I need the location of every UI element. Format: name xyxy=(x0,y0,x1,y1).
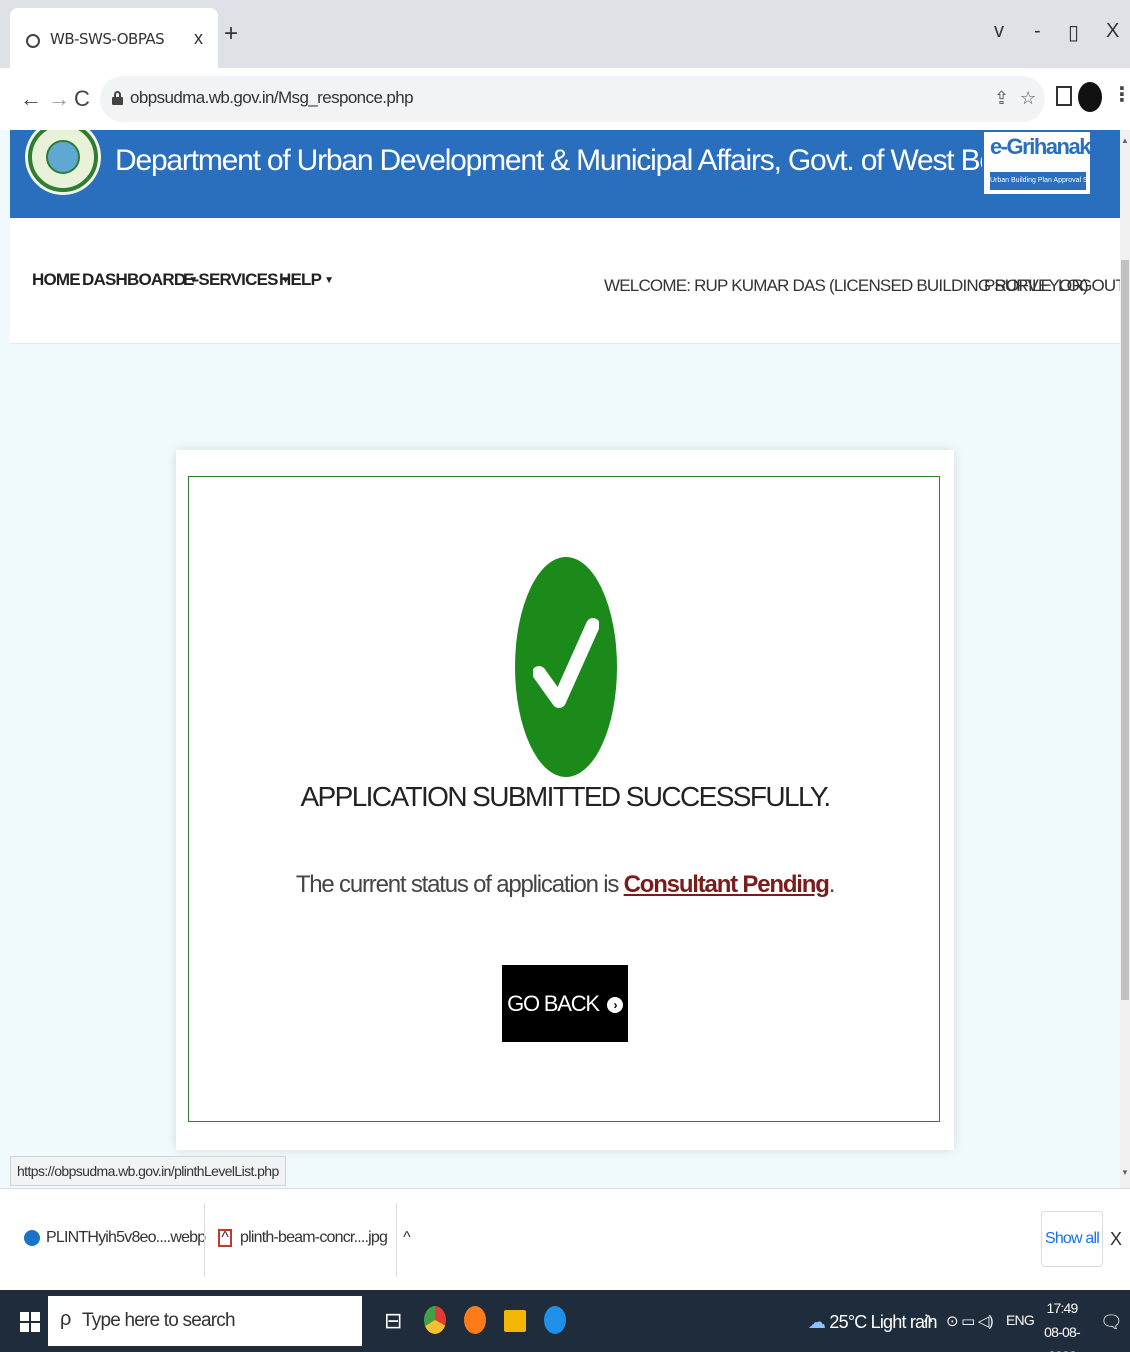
firefox-app-icon[interactable] xyxy=(464,1306,486,1334)
tray-network-volume-icons[interactable]: ⊙ ▭ ◁) xyxy=(946,1312,994,1330)
cloud-rain-icon: ☁ xyxy=(808,1312,830,1332)
status-prefix: The current status of application is xyxy=(295,871,624,898)
image-file-icon xyxy=(218,1229,232,1247)
browser-tab-bar: WB-SWS-OBPAS x + v - ▯ X xyxy=(0,0,1130,68)
new-tab-icon[interactable]: + xyxy=(224,20,238,48)
download-shelf: PLINTHyih5v8eo....webp ^ plinth-beam-conc… xyxy=(0,1188,1130,1290)
edge-file-icon xyxy=(24,1229,40,1246)
chrome-app-icon[interactable] xyxy=(424,1306,446,1334)
tab-search-chevron-icon[interactable]: v xyxy=(994,20,1004,43)
chevron-right-circle-icon: › xyxy=(606,996,623,1013)
success-check-icon xyxy=(515,557,617,777)
profile-link[interactable]: PROFILE xyxy=(984,276,1052,296)
bookmark-star-icon[interactable]: ☆ xyxy=(1020,88,1036,109)
tray-overflow-chevron-icon[interactable]: ^ xyxy=(924,1312,932,1333)
lock-icon[interactable] xyxy=(112,91,123,105)
back-arrow-icon[interactable]: ← xyxy=(20,86,42,112)
windows-taskbar: ρ Type here to search O ⊟ ☁ 25°C Light r… xyxy=(0,1290,1130,1352)
status-value-link[interactable]: Consultant Pending xyxy=(624,871,830,898)
status-suffix: . xyxy=(828,871,836,898)
maximize-icon[interactable]: ▯ xyxy=(1068,20,1079,45)
side-panel-icon[interactable] xyxy=(1056,86,1072,106)
success-message: APPLICATION SUBMITTED SUCCESSFULLY. xyxy=(300,781,831,812)
minimize-icon[interactable]: - xyxy=(1034,20,1041,43)
go-back-button[interactable]: GO BACK › xyxy=(502,965,628,1042)
file-explorer-icon[interactable] xyxy=(504,1310,526,1332)
site-header: Department of Urban Development & Munici… xyxy=(10,130,1125,218)
search-icon: ρ xyxy=(60,1308,72,1330)
link-hover-status-url: https://obpsudma.wb.gov.in/plinthLevelLi… xyxy=(10,1156,286,1186)
windows-start-icon[interactable] xyxy=(20,1312,40,1332)
more-menu-icon[interactable]: ⋮ xyxy=(1112,82,1130,107)
nav-dashboard[interactable]: DASHBOARD ▼ xyxy=(82,270,198,290)
page-scrollbar[interactable]: ▲ ▼ xyxy=(1120,130,1130,1188)
state-emblem-logo xyxy=(28,130,98,192)
brand-tagline: Urban Building Plan Approval System xyxy=(990,172,1086,190)
task-view-icon[interactable]: ⊟ xyxy=(384,1308,402,1334)
e-grihanaksha-logo: e-Grihanaksha Urban Building Plan Approv… xyxy=(982,130,1125,196)
application-status-line: The current status of application is Con… xyxy=(189,871,941,899)
forward-arrow-icon[interactable]: → xyxy=(48,86,70,112)
cortana-icon[interactable]: O xyxy=(344,1308,361,1334)
download-item-jpg[interactable]: plinth-beam-concr....jpg ^ xyxy=(218,1229,411,1247)
system-clock[interactable]: 17:49 08-08-2022 xyxy=(1034,1296,1090,1352)
weather-widget[interactable]: ☁ 25°C Light rain xyxy=(808,1312,937,1333)
tab-close-icon[interactable]: x xyxy=(194,28,203,49)
clock-time: 17:49 xyxy=(1046,1300,1078,1316)
result-card: APPLICATION SUBMITTED SUCCESSFULLY. The … xyxy=(176,450,954,1150)
close-download-bar-icon[interactable]: X xyxy=(1110,1229,1122,1250)
reload-icon[interactable]: C xyxy=(74,86,90,112)
brand-name: e-Grihanaksha xyxy=(990,134,1125,159)
profile-avatar-icon[interactable] xyxy=(1078,82,1102,112)
edge-app-icon[interactable] xyxy=(544,1306,566,1334)
search-placeholder[interactable]: Type here to search xyxy=(82,1310,236,1332)
scroll-up-arrow-icon[interactable]: ▲ xyxy=(1121,136,1129,145)
nav-help[interactable]: HELP ▼ xyxy=(279,270,334,290)
main-navbar: HOME DASHBOARD ▼ E-SERVICES ▼ HELP ▼ WELCOM… xyxy=(10,218,1126,344)
taskbar-search-box[interactable]: ρ Type here to search xyxy=(48,1296,362,1346)
checkmark-icon xyxy=(533,618,599,708)
result-card-border: APPLICATION SUBMITTED SUCCESSFULLY. The … xyxy=(188,476,940,1122)
department-title: Department of Urban Development & Munici… xyxy=(115,144,1048,177)
download-item-webp[interactable]: PLINTHyih5v8eo....webp ^ xyxy=(24,1229,229,1247)
scrollbar-thumb[interactable] xyxy=(1121,260,1129,1000)
caret-down-icon: ▼ xyxy=(324,275,334,287)
go-back-label: GO BACK xyxy=(507,990,600,1016)
clock-date: 08-08-2022 xyxy=(1044,1324,1080,1352)
nav-e-services[interactable]: E-SERVICES ▼ xyxy=(183,270,291,290)
divider xyxy=(396,1203,397,1277)
browser-address-bar: ← → C obpsudma.wb.gov.in/Msg_responce.ph… xyxy=(0,68,1130,130)
language-indicator[interactable]: ENG xyxy=(1006,1312,1035,1328)
show-all-downloads-button[interactable]: Show all xyxy=(1041,1211,1103,1267)
notification-center-icon[interactable]: 🗨 xyxy=(1100,1312,1123,1333)
divider xyxy=(204,1203,205,1277)
tab-title: WB-SWS-OBPAS xyxy=(50,30,165,48)
page-viewport: Department of Urban Development & Munici… xyxy=(0,130,1130,1188)
logout-link[interactable]: LOGOUT xyxy=(1058,276,1126,296)
browser-tab-active[interactable]: WB-SWS-OBPAS x xyxy=(10,8,218,68)
scroll-down-arrow-icon[interactable]: ▼ xyxy=(1121,1168,1129,1177)
globe-icon xyxy=(26,34,40,48)
window-close-icon[interactable]: X xyxy=(1106,20,1119,43)
nav-home[interactable]: HOME xyxy=(32,270,81,290)
share-icon[interactable]: ⇪ xyxy=(994,88,1009,109)
url-text[interactable]: obpsudma.wb.gov.in/Msg_responce.php xyxy=(130,88,414,108)
chevron-up-icon[interactable]: ^ xyxy=(403,1229,410,1246)
url-bar[interactable]: obpsudma.wb.gov.in/Msg_responce.php ⇪ ☆ xyxy=(100,76,1045,122)
